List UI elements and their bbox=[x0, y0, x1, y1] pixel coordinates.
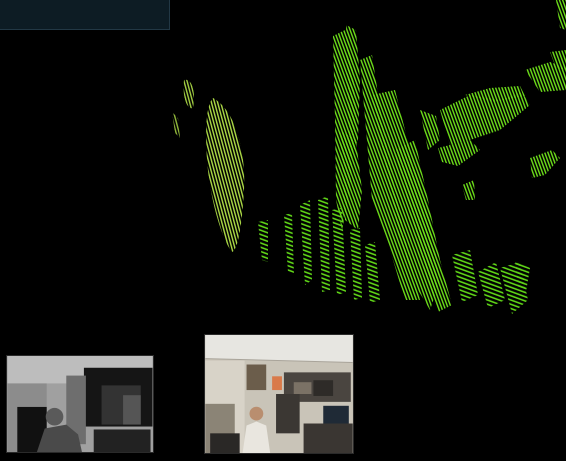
depth-image bbox=[7, 356, 153, 452]
point-cloud-columns bbox=[333, 25, 452, 312]
point-cloud-surface-left bbox=[172, 79, 245, 252]
point-cloud-canvas[interactable] bbox=[0, 0, 566, 330]
depth-image-thumbnail[interactable] bbox=[6, 355, 154, 453]
rgb-image-thumbnail[interactable] bbox=[204, 334, 354, 454]
rgb-image bbox=[205, 335, 353, 453]
point-cloud-viewer[interactable] bbox=[0, 0, 566, 461]
point-cloud-right-structures bbox=[420, 0, 566, 200]
